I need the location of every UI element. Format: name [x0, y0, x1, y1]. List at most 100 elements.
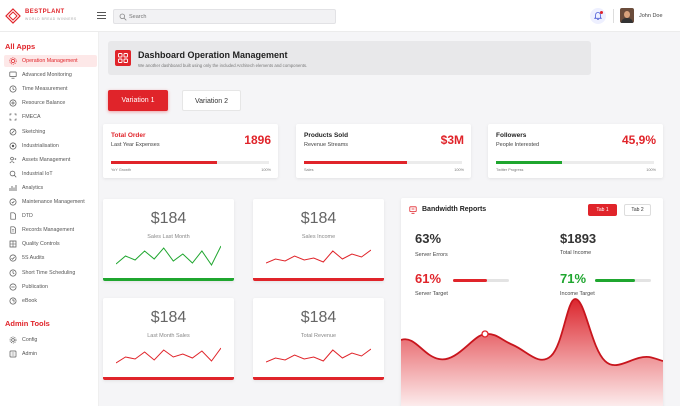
- avatar[interactable]: [620, 8, 634, 23]
- sidebar-item-publication[interactable]: Publication: [4, 281, 97, 293]
- sidebar-item-maintenance-management[interactable]: Maintenance Management: [4, 196, 97, 208]
- stat-percent: 100%: [454, 168, 464, 172]
- mini-card-value: $184: [300, 309, 337, 326]
- sidebar-item-industrial-iot[interactable]: Industrial IoT: [4, 168, 97, 180]
- page-header-card: Dashboard Operation Management We anothe…: [108, 41, 591, 75]
- dashboard-icon: [115, 50, 131, 66]
- sidebar-item-label: Config: [22, 337, 38, 343]
- iot-icon: [9, 170, 17, 178]
- mini-card-sales-income: $184 Sales Income: [253, 199, 384, 281]
- tab-1[interactable]: Tab 1: [588, 204, 617, 216]
- sidebar-item-short-time-scheduling[interactable]: Short Time Scheduling: [4, 267, 97, 279]
- sidebar-item-5s-audits[interactable]: 5S Audits: [4, 252, 97, 264]
- sidebar-item-assets-management[interactable]: Assets Management: [4, 154, 97, 166]
- mini-card-sales-last-month: $184 Sales Last Month: [103, 199, 234, 281]
- sidebar: All Apps Operation Management Advanced Mo…: [0, 32, 99, 406]
- server-target-value: 61%: [415, 271, 442, 286]
- stat-card-total-order: Total Order Last Year Expenses 1896 YoY Gro…: [103, 124, 278, 178]
- stat-percent: 100%: [646, 168, 656, 172]
- header-divider: [613, 9, 614, 23]
- sidebar-item-admin[interactable]: Admin: [4, 348, 97, 360]
- chart-marker: [481, 330, 489, 338]
- sidebar-item-operation-management[interactable]: Operation Management: [4, 55, 97, 67]
- income-target-bar: [595, 279, 651, 282]
- sidebar-item-label: FMECA: [22, 114, 41, 121]
- variation-2-button[interactable]: Variation 2: [182, 90, 241, 111]
- income-target-value: 71%: [560, 271, 587, 286]
- total-income-label: Total Income: [560, 250, 592, 256]
- sidebar-item-dtd[interactable]: DTD: [4, 210, 97, 222]
- stat-value: 1896: [244, 133, 271, 147]
- sidebar-item-analytics[interactable]: Analytics: [4, 182, 97, 194]
- notification-dot: [600, 11, 603, 14]
- mini-card-accent-bar: [103, 278, 234, 281]
- sidebar-item-label: Sketching: [22, 128, 46, 135]
- sidebar-item-industrialisation[interactable]: Industrialisation: [4, 140, 97, 152]
- income-target-fill: [595, 279, 635, 282]
- stat-progress-bar: [496, 161, 654, 164]
- stat-subtitle: Last Year Expenses: [111, 142, 160, 148]
- factory-icon: [9, 142, 17, 150]
- clock-icon: [9, 85, 17, 93]
- sidebar-item-label: Records Management: [22, 227, 75, 234]
- sidebar-item-label: Quality Controls: [22, 241, 60, 248]
- stat-progress-bar: [304, 161, 462, 164]
- search-bar[interactable]: [113, 9, 336, 24]
- brand-name: BESTPLANT: [25, 9, 65, 15]
- mini-card-label: Last Month Sales: [147, 333, 190, 339]
- sidebar-item-config[interactable]: Config: [4, 334, 97, 346]
- sidebar-item-resource-balance[interactable]: Resource Balance: [4, 97, 97, 109]
- monitor-icon: [9, 71, 17, 79]
- mini-card-label: Sales Last Month: [147, 234, 190, 240]
- menu-toggle-icon[interactable]: [97, 12, 106, 20]
- sidebar-item-quality-controls[interactable]: Quality Controls: [4, 238, 97, 250]
- sidebar-item-label: Industrial IoT: [22, 170, 53, 177]
- mini-card-last-month-sales: $184 Last Month Sales: [103, 298, 234, 380]
- mini-card-total-revenue: $184 Total Revenue: [253, 298, 384, 380]
- server-errors-value: 63%: [415, 231, 442, 246]
- sidebar-item-sketching[interactable]: Sketching: [4, 126, 97, 138]
- server-target-bar: [453, 279, 509, 282]
- page-title: Dashboard Operation Management: [138, 50, 288, 60]
- assets-icon: [9, 156, 17, 163]
- sidebar-item-time-measurement[interactable]: Time Measurement: [4, 83, 97, 95]
- bandwidth-title: Bandwidth Reports: [422, 206, 487, 213]
- analytics-icon: [9, 184, 17, 191]
- sidebar-item-fmeca[interactable]: FMECA: [4, 111, 97, 123]
- config-icon: [9, 336, 17, 344]
- sidebar-item-label: Maintenance Management: [22, 199, 85, 205]
- sidebar-item-advanced-monitoring[interactable]: Advanced Monitoring: [4, 69, 97, 81]
- stat-card-followers: Followers People Interested 45,9% Twitter P…: [488, 124, 663, 178]
- document-icon: [10, 212, 16, 220]
- notifications-button[interactable]: [590, 8, 606, 24]
- stat-title: Followers: [496, 132, 527, 139]
- mini-card-value: $184: [300, 210, 337, 227]
- stat-title: Products Sold: [304, 132, 349, 139]
- records-icon: [10, 226, 16, 234]
- stat-footer-label: YoY Growth: [111, 168, 132, 172]
- stat-card-products-sold: Products Sold Revenue Streams $3M Sales 100%: [296, 124, 471, 178]
- variation-1-button[interactable]: Variation 1: [108, 90, 168, 111]
- tab-2[interactable]: Tab 2: [624, 204, 651, 216]
- sparkline: [116, 245, 221, 266]
- sidebar-item-ebook[interactable]: eBook: [4, 295, 97, 307]
- sidebar-item-label: 5S Audits: [22, 255, 45, 262]
- bandwidth-report-card: Bandwidth Reports Tab 1 Tab 2 63% Server…: [401, 198, 663, 406]
- bandwidth-area-chart: [401, 298, 663, 406]
- mini-card-value: $184: [150, 309, 187, 326]
- ebook-icon: [9, 297, 17, 305]
- sparkline: [266, 249, 371, 264]
- server-errors-label: Server Errors: [415, 252, 448, 258]
- mini-card-label: Total Revenue: [300, 333, 337, 339]
- search-input[interactable]: [129, 11, 329, 22]
- stat-footer-label: Twitter Progress: [496, 168, 524, 172]
- user-name[interactable]: John Doe: [639, 13, 663, 19]
- report-icon: [409, 206, 417, 214]
- sidebar-item-label: Analytics: [22, 184, 44, 191]
- logo[interactable]: BESTPLANT WORLD BREAD WINNERS: [5, 7, 77, 25]
- stat-subtitle: People Interested: [496, 142, 540, 148]
- sidebar-item-label: Admin: [22, 351, 38, 358]
- stat-value: $3M: [440, 133, 464, 147]
- sidebar-item-records-management[interactable]: Records Management: [4, 224, 97, 236]
- mini-card-accent-bar: [253, 278, 384, 281]
